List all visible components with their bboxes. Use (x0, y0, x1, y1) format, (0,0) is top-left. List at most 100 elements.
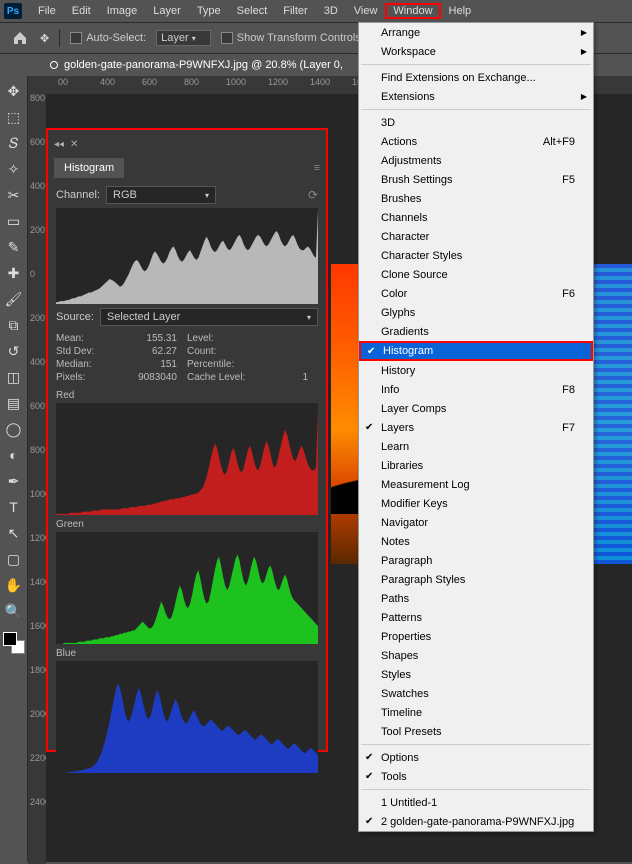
menu-item-styles[interactable]: Styles (359, 665, 593, 684)
menu-item-tools[interactable]: ✔Tools (359, 767, 593, 786)
auto-select-label: Auto-Select: (86, 32, 146, 44)
histogram-panel: ◂◂✕ Histogram ≡ Channel: RGB▾ ⟳ Source: … (46, 128, 328, 752)
menu-item-brush-settings[interactable]: Brush SettingsF5 (359, 170, 593, 189)
menu-item-options[interactable]: ✔Options (359, 748, 593, 767)
menu-item-edit[interactable]: Edit (64, 3, 99, 19)
menu-item-adjustments[interactable]: Adjustments (359, 151, 593, 170)
menu-item-navigator[interactable]: Navigator (359, 513, 593, 532)
tool-brush[interactable]: 🖌 (3, 288, 25, 310)
menu-item-patterns[interactable]: Patterns (359, 608, 593, 627)
tool-path[interactable]: ↖ (3, 522, 25, 544)
show-transform-label: Show Transform Controls (237, 32, 361, 44)
color-swatches[interactable] (3, 632, 25, 654)
menu-item-type[interactable]: Type (189, 3, 229, 19)
menu-item-shapes[interactable]: Shapes (359, 646, 593, 665)
tool-marquee[interactable]: ⬚ (3, 106, 25, 128)
source-label: Source: (56, 311, 94, 323)
menu-item-find-extensions-on-exchange-[interactable]: Find Extensions on Exchange... (359, 68, 593, 87)
menu-item-channels[interactable]: Channels (359, 208, 593, 227)
menu-item-layer[interactable]: Layer (145, 3, 189, 19)
tool-history[interactable]: ↺ (3, 340, 25, 362)
tool-wand[interactable]: ✧ (3, 158, 25, 180)
menu-item-actions[interactable]: ActionsAlt+F9 (359, 132, 593, 151)
tool-frame[interactable]: ▭ (3, 210, 25, 232)
menubar: Ps FileEditImageLayerTypeSelectFilter3DV… (0, 0, 632, 22)
menu-item-modifier-keys[interactable]: Modifier Keys (359, 494, 593, 513)
show-transform-checkbox[interactable]: Show Transform Controls (221, 32, 361, 44)
menu-item-workspace[interactable]: Workspace▶ (359, 42, 593, 61)
refresh-icon[interactable]: ⟳ (308, 188, 318, 202)
close-icon[interactable]: ✕ (70, 139, 78, 150)
menu-item-paragraph-styles[interactable]: Paragraph Styles (359, 570, 593, 589)
tool-rect[interactable]: ▢ (3, 548, 25, 570)
tool-gradient[interactable]: ▤ (3, 392, 25, 414)
collapse-icon[interactable]: ◂◂ (54, 139, 64, 150)
menu-item-help[interactable]: Help (441, 3, 480, 19)
layer-select[interactable]: Layer ▾ (156, 30, 211, 46)
menu-item-paragraph[interactable]: Paragraph (359, 551, 593, 570)
tool-blur[interactable]: ◯ (3, 418, 25, 440)
tool-heal[interactable]: ✚ (3, 262, 25, 284)
menu-item-swatches[interactable]: Swatches (359, 684, 593, 703)
menu-item-1-untitled-1[interactable]: 1 Untitled-1 (359, 793, 593, 812)
menu-item-history[interactable]: History (359, 361, 593, 380)
source-select[interactable]: Selected Layer▾ (100, 308, 318, 326)
menu-item-glyphs[interactable]: Glyphs (359, 303, 593, 322)
ruler-left: 8006004002000200400600800100012001400160… (28, 94, 46, 864)
menu-item-3d[interactable]: 3D (316, 3, 346, 19)
histogram-stats: Mean:155.31Std Dev:62.27Median:151Pixels… (48, 330, 326, 388)
tool-dodge[interactable]: ◐ (3, 444, 25, 466)
histogram-green (56, 532, 318, 644)
menu-item-paths[interactable]: Paths (359, 589, 593, 608)
menu-item-select[interactable]: Select (229, 3, 276, 19)
menu-item-histogram[interactable]: ✔Histogram (359, 341, 593, 361)
menu-item-color[interactable]: ColorF6 (359, 284, 593, 303)
move-cursor-icon[interactable]: ✥ (40, 32, 49, 45)
tool-eraser[interactable]: ◫ (3, 366, 25, 388)
menu-item-file[interactable]: File (30, 3, 64, 19)
menu-item-layers[interactable]: ✔LayersF7 (359, 418, 593, 437)
channel-label: Channel: (56, 189, 100, 201)
menu-item-layer-comps[interactable]: Layer Comps (359, 399, 593, 418)
menu-item-notes[interactable]: Notes (359, 532, 593, 551)
tool-zoom[interactable]: 🔍 (3, 600, 25, 622)
menu-item-character[interactable]: Character (359, 227, 593, 246)
window-menu-dropdown: Arrange▶Workspace▶ Find Extensions on Exc… (358, 22, 594, 832)
menu-item-filter[interactable]: Filter (275, 3, 315, 19)
green-label: Green (48, 517, 326, 530)
tool-stamp[interactable]: ⧉ (3, 314, 25, 336)
tool-lasso[interactable]: 𝑆 (3, 132, 25, 154)
menu-item-info[interactable]: InfoF8 (359, 380, 593, 399)
menu-item-extensions[interactable]: Extensions▶ (359, 87, 593, 106)
menu-item-libraries[interactable]: Libraries (359, 456, 593, 475)
menu-item-window[interactable]: Window (385, 3, 440, 19)
histogram-red (56, 403, 318, 515)
ps-logo: Ps (4, 3, 22, 19)
menu-item-3d[interactable]: 3D (359, 113, 593, 132)
tool-pen[interactable]: ✒ (3, 470, 25, 492)
tool-crop[interactable]: ✂ (3, 184, 25, 206)
auto-select-checkbox[interactable]: Auto-Select: (70, 32, 146, 44)
menu-item-brushes[interactable]: Brushes (359, 189, 593, 208)
menu-item-clone-source[interactable]: Clone Source (359, 265, 593, 284)
tool-hand[interactable]: ✋ (3, 574, 25, 596)
menu-item-properties[interactable]: Properties (359, 627, 593, 646)
red-label: Red (48, 388, 326, 401)
histogram-tab[interactable]: Histogram (54, 158, 124, 178)
menu-item-2-golden-gate-panorama-p9wnfxj-jpg[interactable]: ✔2 golden-gate-panorama-P9WNFXJ.jpg (359, 812, 593, 831)
menu-item-character-styles[interactable]: Character Styles (359, 246, 593, 265)
tool-eyedrop[interactable]: ✎ (3, 236, 25, 258)
panel-menu-icon[interactable]: ≡ (314, 162, 320, 174)
menu-item-tool-presets[interactable]: Tool Presets (359, 722, 593, 741)
menu-item-timeline[interactable]: Timeline (359, 703, 593, 722)
menu-item-learn[interactable]: Learn (359, 437, 593, 456)
menu-item-image[interactable]: Image (99, 3, 146, 19)
tool-move[interactable]: ✥ (3, 80, 25, 102)
menu-item-gradients[interactable]: Gradients (359, 322, 593, 341)
home-icon[interactable] (10, 28, 30, 48)
menu-item-arrange[interactable]: Arrange▶ (359, 23, 593, 42)
menu-item-measurement-log[interactable]: Measurement Log (359, 475, 593, 494)
channel-select[interactable]: RGB▾ (106, 186, 216, 204)
tool-type[interactable]: T (3, 496, 25, 518)
menu-item-view[interactable]: View (346, 3, 386, 19)
